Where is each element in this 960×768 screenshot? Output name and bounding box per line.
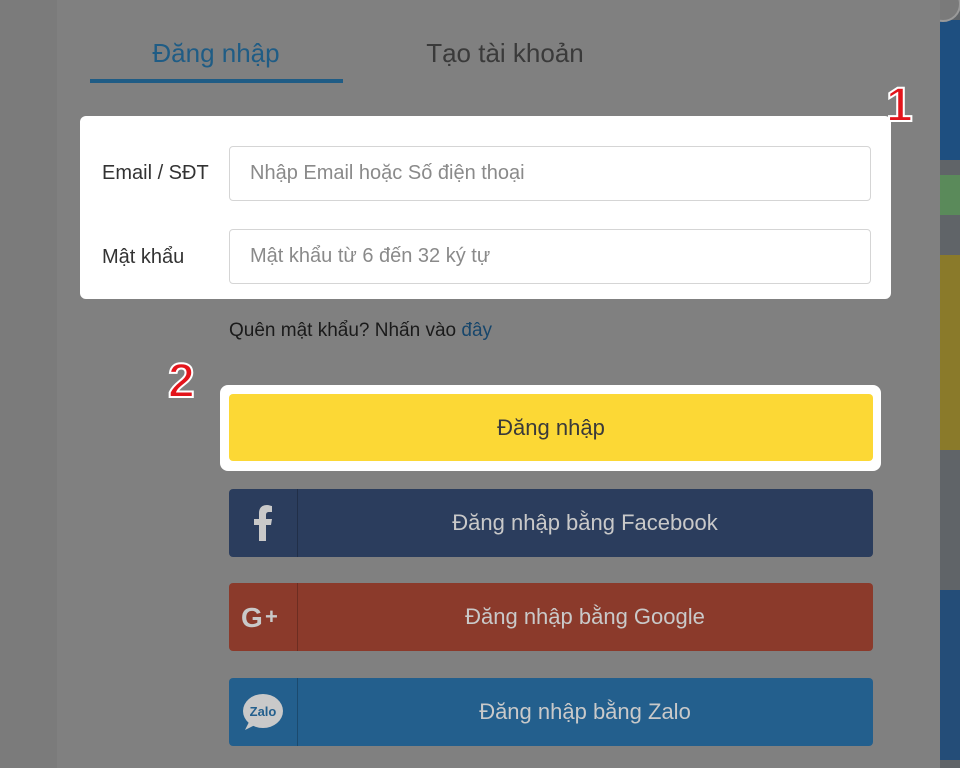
background-page-strip (940, 0, 960, 768)
google-plus-icon: G + (229, 583, 298, 651)
facebook-icon (229, 489, 298, 557)
google-login-button[interactable]: G + Đăng nhập bằng Google (229, 583, 873, 651)
zalo-login-button[interactable]: Zalo Đăng nhập bằng Zalo (229, 678, 873, 746)
svg-text:Zalo: Zalo (250, 704, 277, 719)
facebook-login-label: Đăng nhập bằng Facebook (452, 510, 718, 535)
facebook-login-button[interactable]: Đăng nhập bằng Facebook (229, 489, 873, 557)
forgot-password-link[interactable]: đây (461, 320, 492, 341)
email-label: Email / SĐT (102, 162, 209, 184)
password-label: Mật khẩu (102, 246, 185, 268)
svg-text:+: + (265, 604, 278, 629)
tab-login[interactable]: Đăng nhập (90, 30, 342, 80)
annotation-badge-1: 1 (885, 79, 914, 132)
auth-tabs: Đăng nhập Tạo tài khoản (90, 30, 650, 86)
forgot-password-text: Quên mật khẩu? Nhấn vào (229, 320, 462, 341)
password-field[interactable] (229, 229, 871, 284)
forgot-password: Quên mật khẩu? Nhấn vào đây (229, 320, 492, 342)
tab-register[interactable]: Tạo tài khoản (380, 30, 630, 80)
svg-text:G: G (241, 602, 263, 632)
login-form: Email / SĐT Mật khẩu (80, 116, 891, 299)
active-tab-indicator (90, 79, 343, 83)
login-button[interactable]: Đăng nhập (229, 394, 873, 461)
zalo-icon: Zalo (229, 678, 298, 746)
google-login-label: Đăng nhập bằng Google (465, 604, 705, 629)
zalo-login-label: Đăng nhập bằng Zalo (479, 699, 691, 724)
email-field[interactable] (229, 146, 871, 201)
annotation-badge-2: 2 (167, 355, 196, 408)
